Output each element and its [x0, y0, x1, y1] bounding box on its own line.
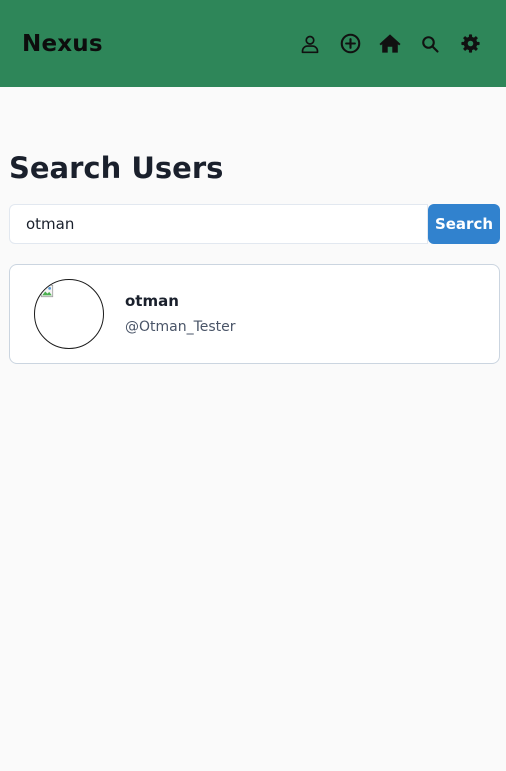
- user-info: otman @Otman_Tester: [125, 290, 236, 338]
- search-form: Search: [9, 204, 500, 244]
- user-icon: [301, 35, 319, 53]
- user-result-card[interactable]: otman @Otman_Tester: [9, 264, 500, 364]
- create-post-nav-button[interactable]: [330, 24, 370, 64]
- settings-nav-button[interactable]: [450, 24, 490, 64]
- profile-nav-button[interactable]: [290, 24, 330, 64]
- main-content: Search Users Search otman @Otman_Tester: [0, 149, 506, 364]
- brand-logo[interactable]: Nexus: [22, 31, 103, 57]
- page-title: Search Users: [9, 151, 224, 185]
- home-nav-button[interactable]: [370, 24, 410, 64]
- home-icon: [379, 34, 401, 53]
- search-input[interactable]: [9, 204, 428, 244]
- gear-icon: [460, 34, 480, 53]
- navbar: Nexus: [0, 0, 506, 87]
- search-nav-button[interactable]: [410, 24, 450, 64]
- avatar: [34, 279, 104, 349]
- user-handle: @Otman_Tester: [125, 319, 236, 335]
- search-icon: [422, 35, 439, 53]
- add-circle-icon: [340, 33, 360, 54]
- user-name: otman: [125, 292, 179, 310]
- broken-image-icon: [40, 284, 54, 298]
- search-button[interactable]: Search: [428, 204, 500, 244]
- search-results: otman @Otman_Tester: [9, 264, 500, 364]
- nav-icons: [290, 24, 490, 64]
